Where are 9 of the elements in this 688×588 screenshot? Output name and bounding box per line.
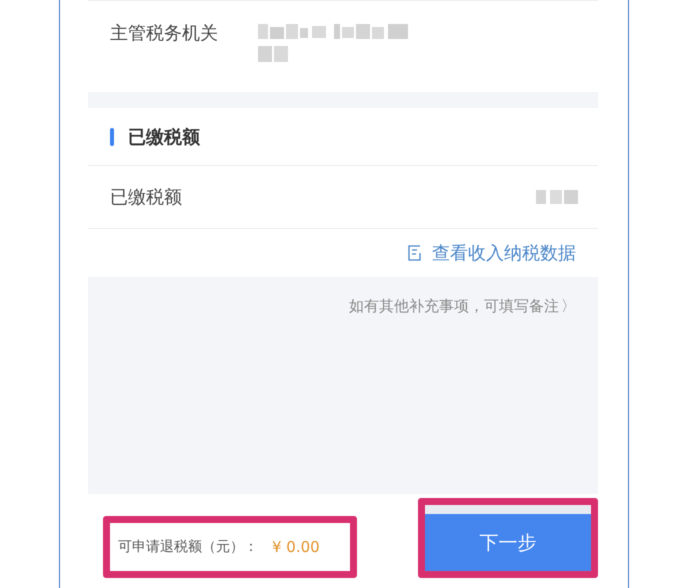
view-tax-data-link[interactable]: 查看收入纳税数据 bbox=[408, 241, 576, 265]
refund-label: 可申请退税额（元）： bbox=[118, 538, 258, 556]
paid-tax-label: 已缴税额 bbox=[110, 186, 182, 209]
section-title: 已缴税额 bbox=[128, 126, 200, 148]
next-button[interactable]: 下一步 bbox=[425, 505, 591, 571]
refund-amount: ¥ 0.00 bbox=[272, 538, 320, 556]
edit-icon bbox=[408, 245, 422, 261]
remark-link[interactable]: 如有其他补充事项，可填写备注〉 bbox=[349, 297, 576, 316]
authority-label: 主管税务机关 bbox=[110, 22, 218, 45]
